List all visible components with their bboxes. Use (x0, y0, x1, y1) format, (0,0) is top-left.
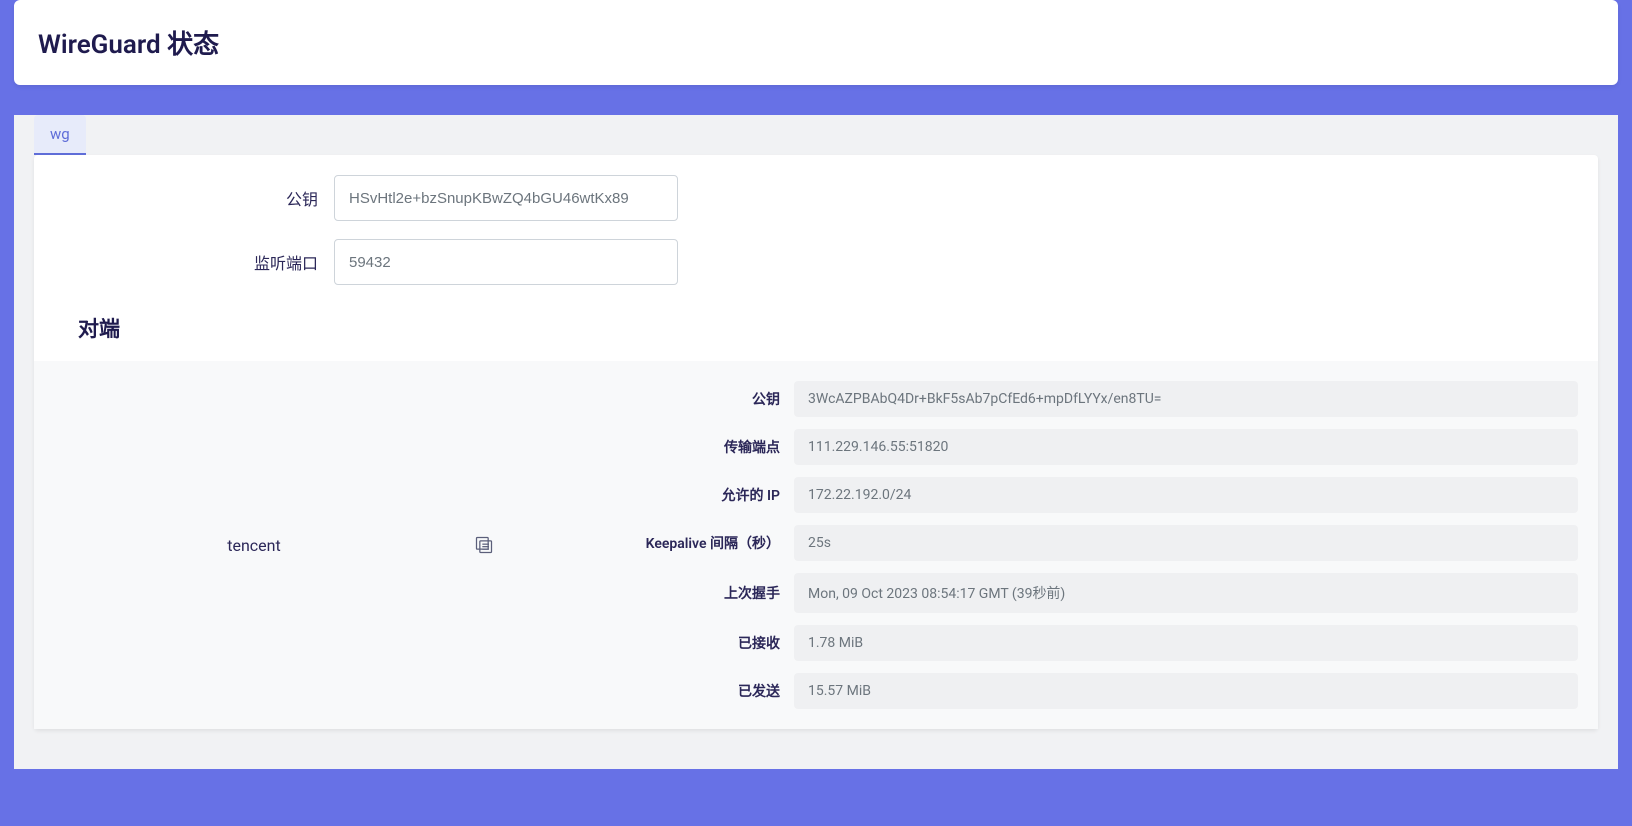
kv-label-last-handshake: 上次握手 (514, 583, 794, 603)
kv-keepalive: Keepalive 间隔（秒） 25s (514, 525, 1578, 561)
kv-label-endpoint: 传输端点 (514, 437, 794, 457)
peer-row: tencent 公钥 3WcAZPBAbQ4Dr+BkF5sAb7pCfEd6+… (34, 361, 1598, 729)
peer-name: tencent (54, 536, 454, 555)
page-title: WireGuard 状态 (38, 24, 1594, 61)
kv-value-received: 1.78 MiB (794, 625, 1578, 661)
kv-value-endpoint: 111.229.146.55:51820 (794, 429, 1578, 465)
kv-sent: 已发送 15.57 MiB (514, 673, 1578, 709)
peers-heading: 对端 (78, 313, 1578, 343)
label-public-key: 公钥 (54, 186, 334, 210)
kv-public-key: 公钥 3WcAZPBAbQ4Dr+BkF5sAb7pCfEd6+mpDfLYYx… (514, 381, 1578, 417)
kv-label-keepalive: Keepalive 间隔（秒） (514, 533, 794, 553)
interface-card: 公钥 监听端口 对端 tencent (34, 155, 1598, 729)
kv-label-received: 已接收 (514, 633, 794, 653)
server-stack-icon (474, 535, 494, 555)
peer-details: 公钥 3WcAZPBAbQ4Dr+BkF5sAb7pCfEd6+mpDfLYYx… (514, 381, 1578, 709)
page-header: WireGuard 状态 (14, 0, 1618, 85)
kv-value-public-key: 3WcAZPBAbQ4Dr+BkF5sAb7pCfEd6+mpDfLYYx/en… (794, 381, 1578, 417)
kv-label-sent: 已发送 (514, 681, 794, 701)
kv-endpoint: 传输端点 111.229.146.55:51820 (514, 429, 1578, 465)
kv-value-sent: 15.57 MiB (794, 673, 1578, 709)
input-listen-port[interactable] (334, 239, 678, 285)
row-public-key: 公钥 (54, 175, 1578, 221)
content-area: wg 公钥 监听端口 对端 tencent (14, 115, 1618, 769)
kv-allowed-ips: 允许的 IP 172.22.192.0/24 (514, 477, 1578, 513)
kv-label-allowed-ips: 允许的 IP (514, 485, 794, 505)
kv-received: 已接收 1.78 MiB (514, 625, 1578, 661)
peer-icon-wrap (454, 535, 514, 555)
input-public-key[interactable] (334, 175, 678, 221)
kv-value-last-handshake: Mon, 09 Oct 2023 08:54:17 GMT (39秒前) (794, 573, 1578, 613)
tab-bar: wg (34, 115, 1598, 155)
row-listen-port: 监听端口 (54, 239, 1578, 285)
kv-value-keepalive: 25s (794, 525, 1578, 561)
tab-wg[interactable]: wg (34, 115, 86, 155)
kv-label-public-key: 公钥 (514, 389, 794, 409)
kv-last-handshake: 上次握手 Mon, 09 Oct 2023 08:54:17 GMT (39秒前… (514, 573, 1578, 613)
label-listen-port: 监听端口 (54, 250, 334, 274)
kv-value-allowed-ips: 172.22.192.0/24 (794, 477, 1578, 513)
